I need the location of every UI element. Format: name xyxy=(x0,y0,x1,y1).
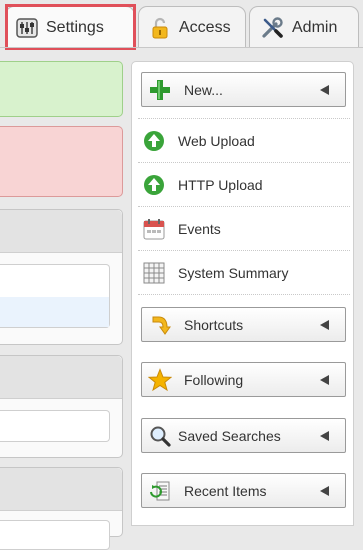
expand-arrow-icon[interactable] xyxy=(320,485,329,496)
expand-arrow-icon[interactable] xyxy=(320,319,329,330)
menu-item-http-upload[interactable]: HTTP Upload xyxy=(138,163,350,207)
shortcut-arrow-icon xyxy=(148,313,172,337)
success-message-panel xyxy=(0,61,123,117)
tab-settings-label: Settings xyxy=(46,18,104,36)
left-widget-panel xyxy=(0,209,123,345)
left-widget-panel-3 xyxy=(0,467,123,550)
star-icon xyxy=(148,367,172,392)
calendar-icon xyxy=(142,217,166,241)
expand-arrow-icon[interactable] xyxy=(320,84,329,95)
green-up-arrow-icon xyxy=(142,173,166,197)
following-button[interactable]: Following xyxy=(141,362,346,397)
menu-item-events[interactable]: Events xyxy=(138,207,350,251)
expand-arrow-icon[interactable] xyxy=(320,374,329,385)
magnifier-icon xyxy=(148,424,172,448)
menu-item-label: Web Upload xyxy=(178,132,255,149)
menu-item-label: System Summary xyxy=(178,264,289,281)
tab-admin-label: Admin xyxy=(292,18,338,36)
tab-bar-divider xyxy=(0,47,363,48)
padlock-icon xyxy=(149,17,171,39)
left-widget-header-3 xyxy=(0,468,122,511)
wrench-screwdriver-icon xyxy=(260,16,284,40)
shortcuts-label: Shortcuts xyxy=(184,316,244,333)
tab-access[interactable]: Access xyxy=(138,6,246,48)
left-widget-header xyxy=(0,210,122,253)
recent-items-label: Recent Items xyxy=(184,482,267,499)
tab-settings[interactable]: Settings xyxy=(5,6,135,48)
error-message-panel xyxy=(0,126,123,197)
green-plus-icon xyxy=(148,78,172,102)
following-label: Following xyxy=(184,371,244,388)
saved-searches-button[interactable]: Saved Searches xyxy=(141,418,346,453)
tab-access-label: Access xyxy=(179,18,231,36)
quick-menu-panel: New... Web Upload HTTP Upload Events Sys… xyxy=(131,61,354,526)
new-button[interactable]: New... xyxy=(141,72,346,107)
left-widget-input[interactable] xyxy=(0,410,110,442)
list-row-highlight[interactable] xyxy=(0,297,109,327)
sliders-icon xyxy=(16,17,38,39)
menu-item-system-summary[interactable]: System Summary xyxy=(138,251,350,295)
recent-list-icon xyxy=(148,479,172,503)
green-up-arrow-icon xyxy=(142,129,166,153)
left-widget-list[interactable] xyxy=(0,264,110,328)
menu-item-label: Events xyxy=(178,220,221,237)
left-widget-input-3[interactable] xyxy=(0,520,110,550)
recent-items-button[interactable]: Recent Items xyxy=(141,473,346,508)
left-widget-header-2 xyxy=(0,356,122,399)
shortcuts-button[interactable]: Shortcuts xyxy=(141,307,346,342)
expand-arrow-icon[interactable] xyxy=(320,430,329,441)
new-button-label: New... xyxy=(184,81,223,98)
left-widget-panel-2 xyxy=(0,355,123,458)
tab-admin[interactable]: Admin xyxy=(249,6,359,48)
menu-item-label: HTTP Upload xyxy=(178,176,263,193)
grid-icon xyxy=(142,261,166,285)
saved-searches-label: Saved Searches xyxy=(178,427,281,444)
menu-item-web-upload[interactable]: Web Upload xyxy=(138,119,350,163)
